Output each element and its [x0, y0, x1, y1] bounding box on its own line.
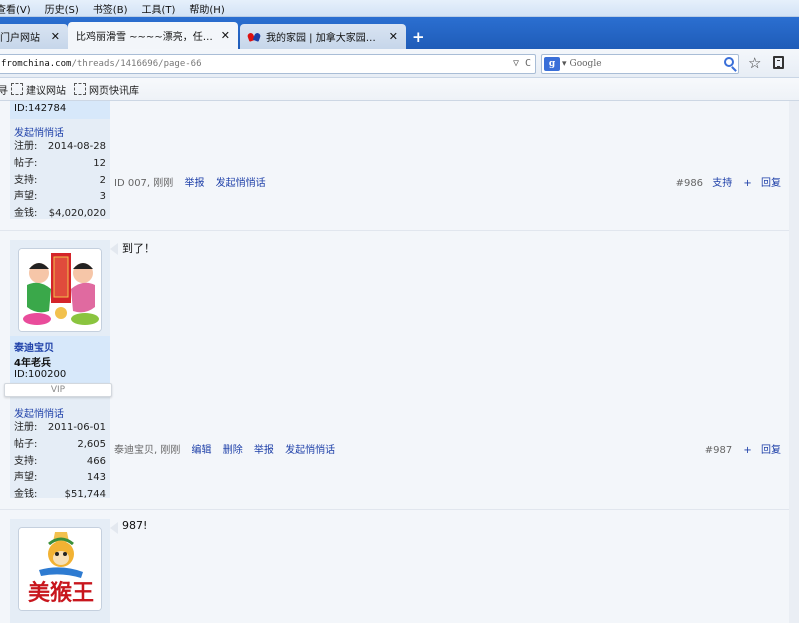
- stat-row: 帖子: 2,605: [14, 438, 106, 450]
- tab-label: 比鸡丽滑雪 ~~~~漂亮，任性…: [76, 32, 215, 43]
- user-sidebar: ID:142784 发起悄悄话 注册: 2014-08-28 帖子: 12 支持: 2…: [10, 101, 110, 219]
- user-sidebar: 美猴王: [10, 519, 110, 623]
- forum-favicon-icon: [248, 31, 262, 43]
- bookmark-folder-icon: [74, 83, 86, 95]
- bookmark-web-slice[interactable]: 网页快讯库: [74, 82, 139, 97]
- support-link[interactable]: 支持: [712, 178, 732, 189]
- post-body: 987!: [122, 519, 148, 532]
- stat-row: 支持: 466: [14, 455, 106, 467]
- stat-row: 注册: 2014-08-28: [14, 141, 106, 152]
- search-input[interactable]: Google: [570, 59, 602, 69]
- menu-tools[interactable]: 工具(T): [141, 1, 175, 16]
- reply-link[interactable]: 回复: [761, 178, 781, 189]
- url-domain: fromchina.com: [1, 59, 72, 69]
- chevron-down-icon[interactable]: ▾: [562, 59, 567, 69]
- bookmark-star-icon[interactable]: ☆: [748, 54, 761, 72]
- bookmarks-prefix: 寻: [0, 85, 8, 97]
- post-meta: 泰迪宝贝, 刚刚 编辑 删除 举报 发起悄悄话: [114, 441, 335, 456]
- post-author-time: 泰迪宝贝, 刚刚: [114, 445, 181, 456]
- reply-link[interactable]: 回复: [761, 445, 781, 456]
- tab-label: 我的家园 | 加拿大家园论坛: [266, 33, 383, 44]
- url-path: /threads/1416696/page-66: [71, 59, 202, 69]
- stat-row: 支持: 2: [14, 174, 106, 186]
- start-private-chat-link[interactable]: 发起悄悄话: [10, 405, 64, 420]
- delete-link[interactable]: 删除: [223, 445, 243, 456]
- user-id: ID:100200: [14, 369, 67, 380]
- stat-row: 声望: 143: [14, 472, 106, 484]
- menu-help[interactable]: 帮助(H): [189, 1, 224, 16]
- post-body: 到了！: [122, 242, 155, 255]
- post-986: ID:142784 发起悄悄话 注册: 2014-08-28 帖子: 12 支持: 2…: [0, 101, 799, 231]
- tab-label: 门户网站: [0, 33, 40, 44]
- close-icon[interactable]: ✕: [51, 30, 60, 43]
- speech-bubble-tail: [110, 522, 120, 534]
- start-private-chat-link[interactable]: 发起悄悄话: [10, 124, 110, 139]
- vip-badge: VIP: [4, 383, 112, 397]
- post-number[interactable]: #986: [676, 178, 703, 189]
- new-tab-button[interactable]: +: [412, 28, 425, 46]
- navigation-bar: fromchina.com/threads/1416696/page-66 ▽ …: [0, 49, 799, 78]
- plus-icon: +: [743, 178, 752, 189]
- url-bar[interactable]: fromchina.com/threads/1416696/page-66 ▽ …: [0, 54, 536, 74]
- post-right-meta: #986 支持 + 回复: [676, 174, 781, 189]
- stat-row: 金钱: $4,020,020: [14, 208, 106, 220]
- search-box[interactable]: g ▾ Google: [541, 54, 739, 74]
- thread-page: ID:142784 发起悄悄话 注册: 2014-08-28 帖子: 12 支持: 2…: [0, 101, 799, 623]
- tab-portal[interactable]: 门户网站 ✕: [0, 24, 68, 49]
- close-icon[interactable]: ✕: [389, 30, 398, 43]
- user-id-block: ID:142784: [10, 101, 110, 119]
- user-stats: 注册: 2014-08-28 帖子: 12 支持: 2 声望: 3 金钱: $4,020,…: [10, 139, 110, 223]
- reader-view-icon[interactable]: [773, 56, 784, 69]
- plus-icon: +: [743, 445, 752, 456]
- stat-row: 注册: 2011-06-01: [14, 422, 106, 433]
- avatar[interactable]: [18, 248, 102, 332]
- user-stats: 注册: 2011-06-01 帖子: 2,605 支持: 466 声望: 143 金钱:…: [10, 420, 110, 504]
- stat-row: 金钱: $51,744: [14, 489, 106, 501]
- post-meta: ID 007, 刚刚 举报 发起悄悄话: [114, 174, 266, 189]
- user-info-block: 泰迪宝贝 4年老兵 ID:100200: [10, 336, 110, 388]
- bookmarks-bar: 寻 建议网站 网页快讯库: [0, 78, 799, 101]
- bookmark-folder-icon: [11, 83, 23, 95]
- report-link[interactable]: 举报: [184, 178, 204, 189]
- post-number[interactable]: #987: [705, 445, 732, 456]
- avatar-logo-text: 美猴王: [28, 580, 94, 606]
- start-private-chat-link[interactable]: 发起悄悄话: [216, 178, 266, 189]
- stat-row: 帖子: 12: [14, 157, 106, 169]
- bookmark-suggested-sites[interactable]: 建议网站: [11, 82, 66, 97]
- search-icon[interactable]: [724, 57, 734, 67]
- user-rank: 4年老兵: [14, 358, 51, 369]
- search-engine-icon[interactable]: g: [544, 57, 560, 71]
- post-987: 泰迪宝贝 4年老兵 ID:100200 VIP 发起悄悄话 注册: 2011-06…: [0, 232, 799, 510]
- menu-bar: 查看(V) 历史(S) 书签(B) 工具(T) 帮助(H): [0, 0, 799, 17]
- bookmark-label: 建议网站: [26, 85, 66, 97]
- tab-current-thread[interactable]: 比鸡丽滑雪 ~~~~漂亮，任性… ✕: [68, 22, 238, 49]
- avatar-twins-image: [19, 249, 101, 331]
- report-link[interactable]: 举报: [254, 445, 274, 456]
- username-link[interactable]: 泰迪宝贝: [10, 339, 110, 354]
- stat-row: 声望: 3: [14, 191, 106, 203]
- post-988: 美猴王 987!: [0, 511, 799, 623]
- post-author-time: ID 007, 刚刚: [114, 178, 174, 189]
- bookmark-label: 网页快讯库: [89, 85, 139, 97]
- reload-dropdown-icons[interactable]: ▽ C: [513, 55, 531, 73]
- avatar[interactable]: 美猴王: [18, 527, 102, 611]
- tab-my-home[interactable]: 我的家园 | 加拿大家园论坛 ✕: [240, 24, 406, 49]
- user-sidebar: 泰迪宝贝 4年老兵 ID:100200 VIP 发起悄悄话 注册: 2011-06…: [4, 240, 112, 500]
- start-private-chat-link[interactable]: 发起悄悄话: [285, 445, 335, 456]
- avatar-monkey-king-image: 美猴王: [19, 528, 101, 610]
- post-right-meta: #987 + 回复: [705, 441, 781, 456]
- menu-bookmarks[interactable]: 书签(B): [93, 1, 128, 16]
- tab-strip: 门户网站 ✕ 比鸡丽滑雪 ~~~~漂亮，任性… ✕ 我的家园 | 加拿大家园论坛…: [0, 17, 799, 49]
- close-icon[interactable]: ✕: [221, 29, 230, 42]
- user-id: ID:142784: [14, 103, 67, 114]
- edit-link[interactable]: 编辑: [192, 445, 212, 456]
- speech-bubble-tail: [110, 243, 120, 255]
- menu-history[interactable]: 历史(S): [45, 1, 79, 16]
- page-right-gutter: [789, 101, 799, 623]
- menu-view[interactable]: 查看(V): [0, 1, 31, 16]
